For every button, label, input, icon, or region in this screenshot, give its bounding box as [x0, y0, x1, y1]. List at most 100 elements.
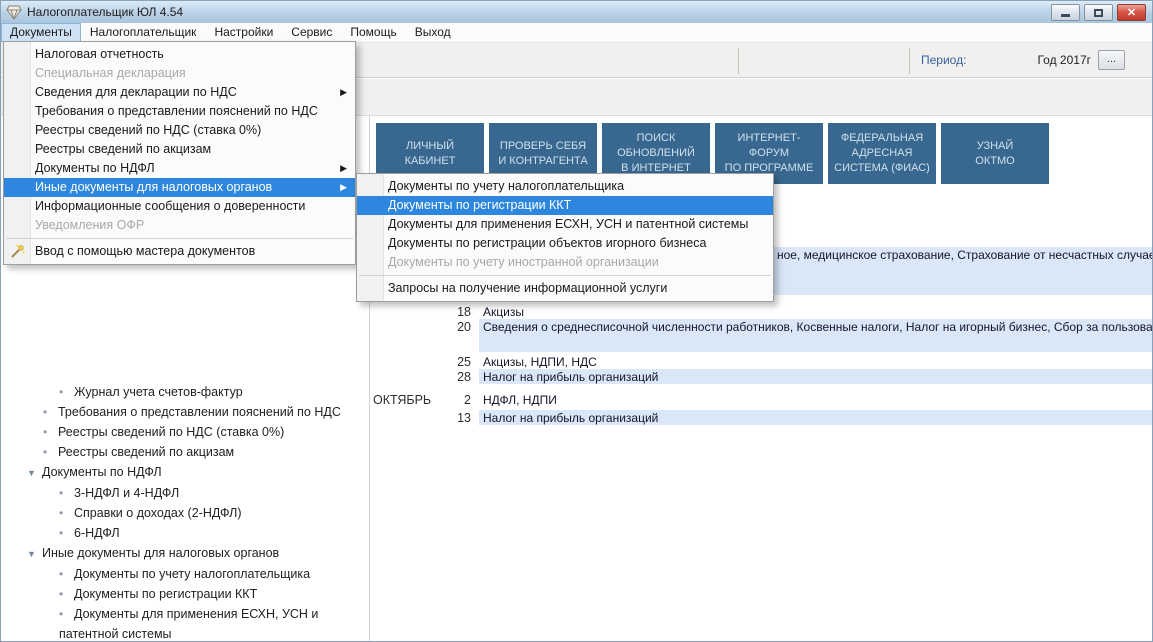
tree-expand-arrow-icon[interactable]: ▼: [27, 544, 42, 564]
submenu-item-4[interactable]: Документы по регистрации объектов игорно…: [357, 234, 773, 253]
submenu-item-1[interactable]: Документы по учету налогоплательщика: [357, 177, 773, 196]
tree-item-4[interactable]: •Реестры сведений по акцизам: [1, 442, 368, 462]
submenu-arrow-icon: ▶: [340, 178, 347, 197]
wand-icon: [10, 244, 25, 265]
app-window: Налогоплательщик ЮЛ 4.54 ✕ ДокументыНало…: [0, 0, 1153, 642]
documents-menu: Налоговая отчетностьСпециальная декларац…: [3, 41, 356, 265]
documents-menu-item-label: Иные документы для налоговых органов: [35, 180, 272, 194]
tree-item-9[interactable]: ▼Иные документы для налоговых органов: [1, 543, 368, 564]
minimize-icon: [1061, 14, 1070, 17]
tree-item-label: Реестры сведений по НДС (ставка 0%): [58, 425, 284, 439]
maximize-button[interactable]: [1084, 4, 1113, 21]
documents-menu-item-label: Уведомления ОФР: [35, 218, 144, 232]
menubar: ДокументыНалогоплательщикНастройкиСервис…: [1, 23, 1152, 42]
calendar-date: 18: [449, 304, 471, 318]
submenu-arrow-icon: ▶: [340, 159, 347, 178]
submenu-item-3[interactable]: Документы для применения ЕСХН, УСН и пат…: [357, 215, 773, 234]
documents-menu-item-label: Документы по НДФЛ: [35, 161, 155, 175]
documents-menu-item-label: Реестры сведений по акцизам: [35, 142, 211, 156]
close-button[interactable]: ✕: [1117, 4, 1146, 21]
calendar-row-text: НДФЛ, НДПИ: [479, 392, 1152, 406]
documents-menu-item-9[interactable]: Информационные сообщения о доверенности: [4, 197, 355, 216]
tree-item-1[interactable]: •Журнал учета счетов-фактур: [1, 382, 368, 402]
submenu-item-label: Документы по учету налогоплательщика: [388, 179, 624, 193]
menubar-item-3[interactable]: Настройки: [205, 23, 282, 42]
tree-item-11[interactable]: •Документы по регистрации ККТ: [1, 584, 368, 604]
menubar-item-4[interactable]: Сервис: [282, 23, 341, 42]
documents-menu-item-5[interactable]: Реестры сведений по НДС (ставка 0%): [4, 121, 355, 140]
tree-item-label: Реестры сведений по акцизам: [58, 445, 234, 459]
menubar-item-2[interactable]: Налогоплательщик: [81, 23, 206, 42]
documents-menu-item-6[interactable]: Реестры сведений по акцизам: [4, 140, 355, 159]
documents-menu-item-4[interactable]: Требования о представлении пояснений по …: [4, 102, 355, 121]
menubar-item-6[interactable]: Выход: [406, 23, 460, 42]
calendar-month-label: [373, 354, 449, 368]
menubar-item-5[interactable]: Помощь: [341, 23, 405, 42]
submenu-item-label: Запросы на получение информационной услу…: [388, 281, 667, 295]
period-picker-button[interactable]: ...: [1098, 50, 1125, 70]
tree-item-label: Иные документы для налоговых органов: [42, 546, 279, 560]
submenu-item-label: Документы по регистрации ККТ: [388, 198, 571, 212]
tree-bullet-icon: •: [59, 523, 74, 543]
tree-item-3[interactable]: •Реестры сведений по НДС (ставка 0%): [1, 422, 368, 442]
calendar-row-text: Акцизы, НДПИ, НДС: [479, 354, 1152, 368]
window-title: Налогоплательщик ЮЛ 4.54: [27, 5, 183, 19]
tree-bullet-icon: •: [59, 584, 74, 604]
documents-tree: •Журнал учета счетов-фактур•Требования о…: [1, 382, 368, 641]
submenu-item-label: Документы по учету иностранной организац…: [388, 255, 659, 269]
tree-item-6[interactable]: •3-НДФЛ и 4-НДФЛ: [1, 483, 368, 503]
menubar-item-1[interactable]: Документы: [1, 23, 81, 42]
wand-icon: [10, 244, 25, 259]
tree-bullet-icon: •: [43, 402, 58, 422]
tree-item-10[interactable]: •Документы по учету налогоплательщика: [1, 564, 368, 584]
submenu-item-2[interactable]: Документы по регистрации ККТ: [357, 196, 773, 215]
documents-menu-item-8[interactable]: Иные документы для налоговых органов ▶: [4, 178, 355, 197]
submenu-item-7[interactable]: Запросы на получение информационной услу…: [357, 279, 773, 298]
calendar-month-label: [373, 304, 449, 318]
documents-menu-item-1[interactable]: Налоговая отчетность: [4, 45, 355, 64]
calendar-row-4: 25Акцизы, НДПИ, НДС: [373, 354, 1152, 368]
calendar-month-label: [373, 369, 449, 384]
maximize-icon: [1094, 9, 1103, 17]
minimize-button[interactable]: [1051, 4, 1080, 21]
documents-menu-item-label: Сведения для декларации по НДС: [35, 85, 237, 99]
tree-bullet-icon: •: [59, 503, 74, 523]
titlebar: Налогоплательщик ЮЛ 4.54 ✕: [1, 1, 1152, 23]
calendar-month-label: [373, 319, 449, 352]
other-documents-submenu: Документы по учету налогоплательщика Доку…: [356, 173, 774, 302]
nav-button-5[interactable]: ФЕДЕРАЛЬНАЯ АДРЕСНАЯ СИСТЕМА (ФИАС): [828, 123, 936, 184]
app-icon: [6, 5, 22, 20]
tree-bullet-icon: •: [43, 422, 58, 442]
documents-menu-separator: [6, 238, 353, 239]
tree-bullet-icon: •: [43, 442, 58, 462]
tree-item-2[interactable]: •Требования о представлении пояснений по…: [1, 402, 368, 422]
tree-bullet-icon: •: [59, 604, 74, 624]
tree-expand-arrow-icon[interactable]: ▼: [27, 463, 42, 483]
tree-item-12[interactable]: •Документы для применения ЕСХН, УСН и па…: [1, 604, 368, 641]
documents-menu-item-label: Реестры сведений по НДС (ставка 0%): [35, 123, 261, 137]
nav-button-6[interactable]: УЗНАЙ ОКТМО: [941, 123, 1049, 184]
calendar-row-3: 20Сведения о среднесписочной численности…: [373, 319, 1152, 352]
calendar-row-text: Налог на прибыль организаций: [479, 369, 1152, 384]
toolbar-separator: [909, 48, 910, 74]
close-icon: ✕: [1127, 6, 1136, 19]
calendar-date: 2: [449, 392, 471, 406]
tree-item-8[interactable]: •6-НДФЛ: [1, 523, 368, 543]
tree-item-7[interactable]: •Справки о доходах (2-НДФЛ): [1, 503, 368, 523]
documents-menu-item-3[interactable]: Сведения для декларации по НДС ▶: [4, 83, 355, 102]
tree-item-label: 3-НДФЛ и 4-НДФЛ: [74, 486, 179, 500]
submenu-item-5: Документы по учету иностранной организац…: [357, 253, 773, 272]
calendar-row-5: 28 Налог на прибыль организаций: [373, 369, 1152, 384]
calendar-date: 28: [449, 369, 471, 384]
tree-item-5[interactable]: ▼Документы по НДФЛ: [1, 462, 368, 483]
documents-menu-item-label: Требования о представлении пояснений по …: [35, 104, 318, 118]
toolbar-separator: [738, 48, 739, 74]
tree-item-label: Документы по НДФЛ: [42, 465, 162, 479]
documents-menu-item-12[interactable]: Ввод с помощью мастера документов: [4, 242, 355, 261]
submenu-item-label: Документы для применения ЕСХН, УСН и пат…: [388, 217, 748, 231]
documents-menu-item-2: Специальная декларация: [4, 64, 355, 83]
submenu-arrow-icon: ▶: [340, 83, 347, 102]
documents-menu-item-7[interactable]: Документы по НДФЛ ▶: [4, 159, 355, 178]
period-label: Период:: [921, 53, 966, 67]
tree-item-label: Справки о доходах (2-НДФЛ): [74, 506, 242, 520]
